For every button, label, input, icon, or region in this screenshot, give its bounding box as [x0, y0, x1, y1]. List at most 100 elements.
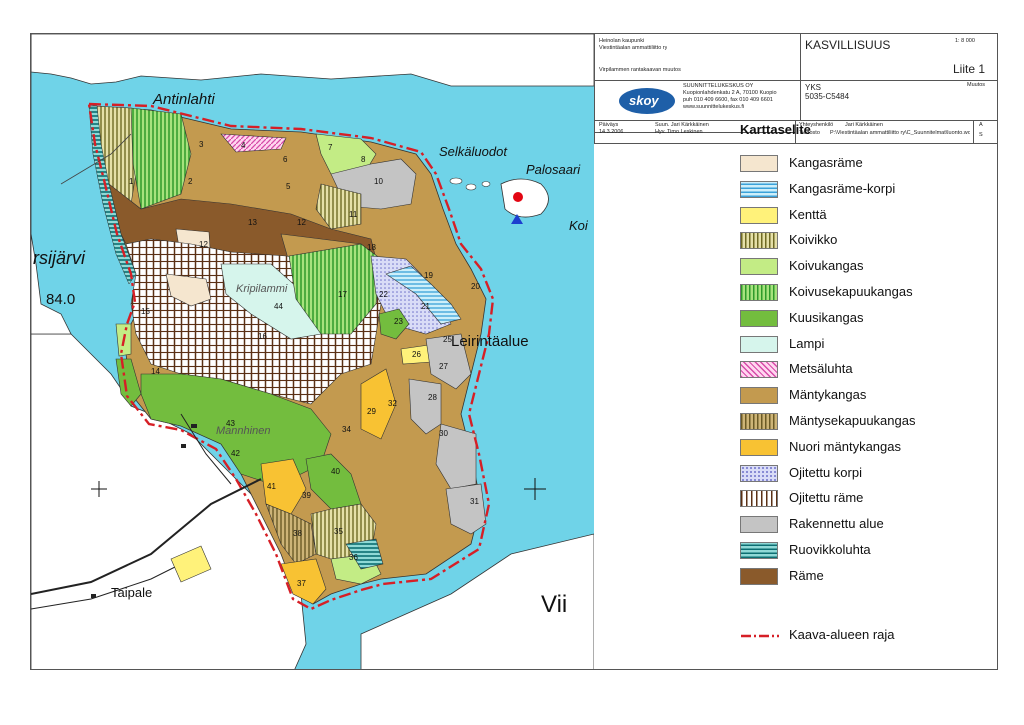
- contact: Jari Kärkkäinen: [845, 122, 883, 128]
- company-phone: puh 010 409 6600, fax 010 409 6601: [683, 97, 773, 103]
- place-name: Vii: [541, 591, 567, 618]
- parcel-number: 4: [241, 141, 246, 150]
- place-name: Leirintäalue: [451, 333, 529, 350]
- building: [191, 424, 197, 428]
- legend-item: Ojitettu räme: [740, 488, 970, 508]
- parcel-number: 1: [129, 177, 134, 186]
- company-name: SUUNNITTELUKESKUS OY: [683, 83, 754, 89]
- islet: [481, 181, 491, 187]
- parcel-number: 42: [231, 449, 240, 458]
- legend-item: Koivusekapuukangas: [740, 282, 970, 302]
- place-name: Koi: [569, 218, 589, 233]
- parcel-number: 25: [443, 335, 452, 344]
- legend-swatch: [740, 490, 778, 508]
- boundary-line-icon: [741, 634, 779, 638]
- legend-item: Koivikko: [740, 230, 970, 250]
- parcel-number: 31: [470, 497, 479, 506]
- legend-swatch: [740, 232, 778, 250]
- parcel-number: 19: [424, 271, 433, 280]
- date-label: Päiväys: [599, 122, 619, 128]
- parcel-number: 14: [151, 367, 160, 376]
- legend-swatch: [740, 567, 778, 585]
- legend-label: Koivusekapuukangas: [789, 284, 913, 299]
- legend-swatch: [740, 335, 778, 353]
- place-name: Mannhinen: [216, 425, 270, 437]
- legend-item: Nuori mäntykangas: [740, 437, 970, 457]
- approved-by: Hyv. Timo Leskinen: [655, 129, 703, 135]
- parcel-number: 43: [226, 419, 235, 428]
- place-name: rsijärvi: [33, 248, 86, 268]
- parcel-number: 7: [328, 143, 333, 152]
- appendix: Liite 1: [953, 62, 986, 76]
- parcel-number: 8: [361, 155, 366, 164]
- parcel-number: 44: [274, 302, 283, 311]
- parcel-number: 16: [258, 332, 267, 341]
- legend-label: Ojitettu korpi: [789, 464, 862, 480]
- parcel-number: 3: [199, 140, 204, 149]
- legend-item: Kangasräme: [740, 153, 970, 173]
- marker-dot: [513, 192, 523, 202]
- legend-label: Mäntysekapuukangas: [789, 413, 916, 428]
- parcel-number: 39: [302, 491, 311, 500]
- legend-label: Kangasräme-korpi: [789, 180, 896, 196]
- revision-s: S: [979, 132, 983, 138]
- project-code-label: YKS: [805, 83, 822, 92]
- legend-label: Lampi: [789, 335, 825, 351]
- parcel-number: 12: [199, 240, 208, 249]
- legend-swatch: [740, 438, 778, 456]
- legend-label: Kenttä: [789, 206, 827, 222]
- legend-swatch: [740, 309, 778, 327]
- place-name: Antinlahti: [152, 91, 215, 108]
- legend-label: Rakennettu alue: [789, 516, 884, 532]
- legend-label: Kuusikangas: [789, 309, 864, 325]
- legend-label: Koivikko: [789, 232, 838, 248]
- scale: 1: 8 000: [955, 38, 975, 44]
- legend-label: Mäntykangas: [789, 387, 867, 403]
- legend-label: Ruovikkoluhta: [789, 542, 871, 557]
- legend-item: Ruovikkoluhta: [740, 540, 970, 560]
- islet: [449, 177, 463, 185]
- parcel-number: 38: [293, 529, 302, 538]
- changes-label: Muutos: [967, 82, 986, 88]
- parcel-number: 10: [374, 177, 383, 186]
- parcel-number: 35: [334, 527, 343, 536]
- parcel-number: 41: [267, 482, 276, 491]
- company-web: www.suunnittelukeskus.fi: [683, 104, 745, 110]
- parcel-number: 28: [428, 393, 437, 402]
- parcel-number: 22: [379, 290, 388, 299]
- parcel-number: 5: [286, 182, 291, 191]
- parcel-number: 18: [367, 243, 376, 252]
- legend-label: Metsäluhta: [789, 361, 853, 377]
- legend-swatch: [740, 516, 778, 534]
- project-code: 5035-C5484: [805, 92, 850, 101]
- parcel-number: 11: [349, 210, 358, 219]
- legend-item: Metsäluhta: [740, 359, 970, 379]
- legend-label: Ojitettu räme: [789, 490, 864, 506]
- legend-swatch: [740, 542, 778, 559]
- legend-label: Nuori mäntykangas: [789, 438, 901, 454]
- place-name: 84.0: [46, 291, 75, 308]
- legend-swatch: [740, 155, 778, 172]
- islet: [465, 183, 477, 191]
- place-name: Palosaari: [526, 162, 581, 177]
- date: 14.3.2006: [599, 129, 624, 135]
- parcel-number: 23: [394, 317, 403, 326]
- legend-item: Mäntykangas: [740, 385, 970, 405]
- parcel-number: 21: [421, 302, 430, 311]
- building: [91, 594, 96, 598]
- parcel-number: 2: [188, 177, 193, 186]
- map-title: KASVILLISUUS: [805, 38, 891, 52]
- legend-label: Koivukangas: [789, 258, 864, 274]
- parcel-number: 27: [439, 362, 448, 371]
- parcel-number: 32: [388, 399, 397, 408]
- legend-swatch: [740, 387, 778, 405]
- company-address: Kuopionlahdenkatu 2 A, 70100 Kuopio: [683, 90, 777, 96]
- palosaari-island: [500, 178, 549, 218]
- parcel-number: 30: [439, 429, 448, 438]
- parcel-number: 26: [412, 350, 421, 359]
- legend-item: Ojitettu korpi: [740, 463, 970, 483]
- parcel-number: 37: [297, 579, 306, 588]
- parcel-number: 40: [331, 467, 340, 476]
- revision-a: A: [979, 122, 983, 128]
- legend-item: Koivukangas: [740, 256, 970, 276]
